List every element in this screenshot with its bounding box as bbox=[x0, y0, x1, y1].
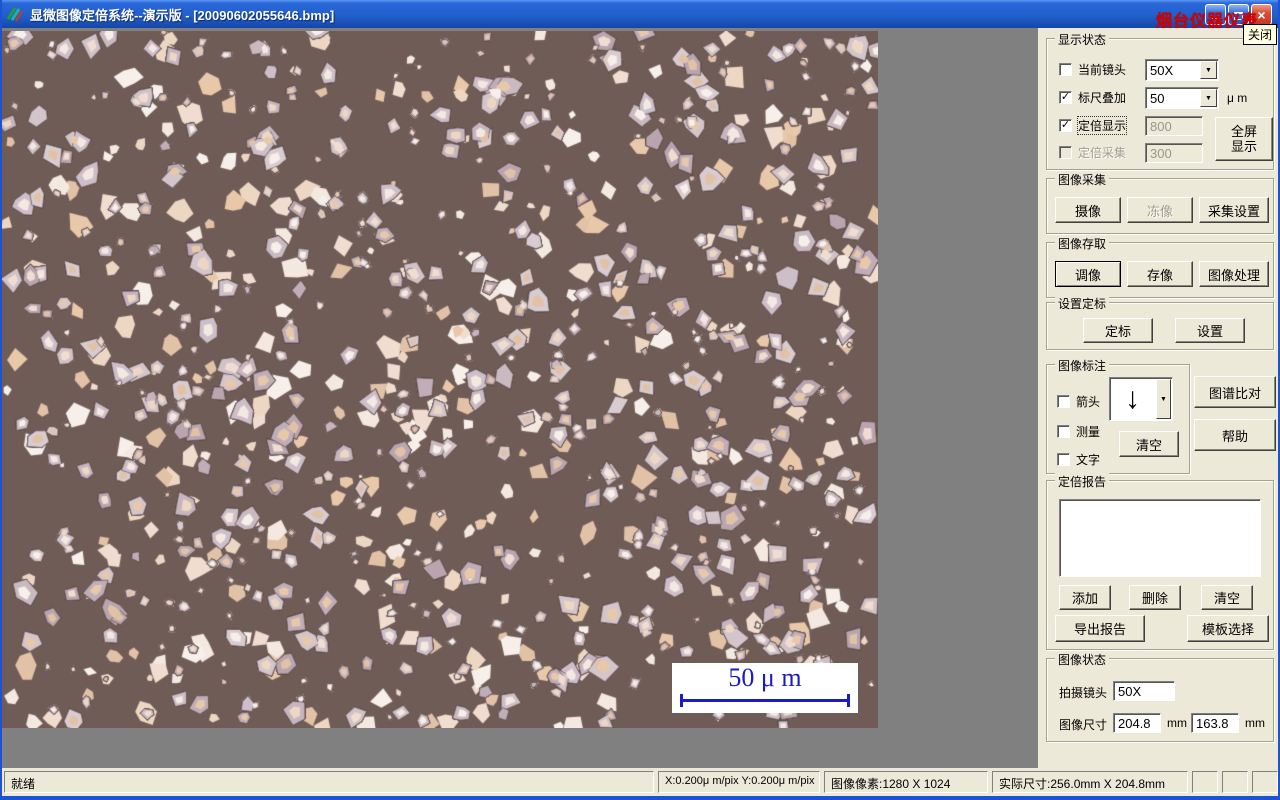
capture-settings-button[interactable]: 采集设置 bbox=[1199, 197, 1269, 223]
help-button[interactable]: 帮助 bbox=[1194, 419, 1276, 451]
current-lens-checkbox-icon[interactable] bbox=[1059, 63, 1072, 76]
scale-bar-label: 50 μ m bbox=[728, 663, 802, 692]
app-window: 显微图像定倍系统--演示版 - [20090602055646.bmp] × 烟… bbox=[0, 0, 1280, 800]
ruler-dropdown-arrow-icon[interactable]: ▼ bbox=[1200, 89, 1217, 107]
calibrate-button[interactable]: 定标 bbox=[1083, 318, 1153, 343]
control-panel: 显示状态 当前镜头 50X ▼ ✓ 标尺叠加 50 ▼ μ m ✓ 定倍显示 8… bbox=[1038, 28, 1278, 768]
text-label: 文字 bbox=[1076, 453, 1101, 467]
report-listbox[interactable] bbox=[1059, 499, 1261, 577]
group-report: 定倍报告 添加 删除 清空 导出报告 模板选择 bbox=[1046, 473, 1274, 650]
micrograph-canvas bbox=[2, 31, 878, 728]
image-height-unit: mm bbox=[1245, 716, 1265, 730]
restore-button[interactable] bbox=[1228, 4, 1249, 25]
group-annotation-title: 图像标注 bbox=[1055, 357, 1110, 374]
group-image-capture-title: 图像采集 bbox=[1055, 171, 1110, 188]
group-report-title: 定倍报告 bbox=[1055, 473, 1110, 490]
export-report-button[interactable]: 导出报告 bbox=[1055, 615, 1145, 642]
atlas-compare-button[interactable]: 图谱比对 bbox=[1194, 376, 1276, 408]
shoot-button[interactable]: 摄像 bbox=[1055, 197, 1121, 223]
report-delete-button[interactable]: 删除 bbox=[1129, 585, 1181, 610]
group-display-status-title: 显示状态 bbox=[1055, 31, 1110, 48]
fixed-display-input bbox=[1145, 116, 1203, 136]
fixed-display-checkbox-icon[interactable]: ✓ bbox=[1059, 119, 1072, 132]
app-icon bbox=[6, 7, 24, 22]
close-tooltip: 关闭 bbox=[1242, 24, 1277, 45]
fixed-capture-label: 定倍采集 bbox=[1078, 146, 1127, 160]
annotation-clear-button[interactable]: 清空 bbox=[1119, 431, 1179, 457]
ruler-checkbox-icon[interactable]: ✓ bbox=[1059, 91, 1072, 104]
measure-label: 测量 bbox=[1076, 425, 1101, 439]
image-viewport: 50 μ m bbox=[2, 28, 1038, 768]
arrow-style-combobox[interactable]: ↓ ▼ bbox=[1109, 377, 1173, 421]
group-image-status: 图像状态 拍摄镜头 图像尺寸 mm mm bbox=[1046, 651, 1274, 742]
measure-checkbox-icon[interactable] bbox=[1057, 425, 1070, 438]
fullscreen-button[interactable]: 全屏显示 bbox=[1215, 117, 1273, 161]
shoot-lens-field[interactable] bbox=[1113, 681, 1175, 701]
checkbox-arrow[interactable]: 箭头 bbox=[1057, 393, 1100, 410]
restore-icon bbox=[1234, 11, 1243, 20]
lens-dropdown-arrow-icon[interactable]: ▼ bbox=[1200, 61, 1217, 79]
checkbox-measure[interactable]: 测量 bbox=[1057, 423, 1100, 440]
scale-bar: 50 μ m bbox=[672, 663, 858, 713]
group-image-capture: 图像采集 摄像 冻像 采集设置 bbox=[1046, 171, 1274, 234]
text-checkbox-icon[interactable] bbox=[1057, 453, 1070, 466]
report-add-button[interactable]: 添加 bbox=[1059, 585, 1111, 610]
arrow-style-dropdown-icon[interactable]: ▼ bbox=[1156, 379, 1171, 419]
shoot-lens-label: 拍摄镜头 bbox=[1059, 686, 1108, 700]
group-image-storage: 图像存取 调像 存像 图像处理 bbox=[1046, 235, 1274, 298]
ruler-combobox[interactable]: 50 ▼ bbox=[1145, 87, 1219, 109]
statusbar-ready: 就绪 bbox=[4, 771, 654, 793]
minimize-icon bbox=[1211, 17, 1220, 21]
statusbar-empty-3 bbox=[1252, 771, 1278, 793]
freeze-button: 冻像 bbox=[1127, 197, 1193, 223]
ruler-unit-label: μ m bbox=[1227, 91, 1248, 105]
fixed-capture-input bbox=[1145, 143, 1203, 163]
statusbar-empty-1 bbox=[1192, 771, 1218, 793]
title-bar[interactable]: 显微图像定倍系统--演示版 - [20090602055646.bmp] × 烟… bbox=[2, 0, 1278, 45]
group-image-status-title: 图像状态 bbox=[1055, 651, 1110, 668]
image-width-unit: mm bbox=[1167, 716, 1187, 730]
group-calibration: 设置定标 定标 设置 bbox=[1046, 295, 1274, 350]
image-height-field[interactable] bbox=[1191, 713, 1239, 733]
arrow-checkbox-icon[interactable] bbox=[1057, 395, 1070, 408]
close-button[interactable]: × bbox=[1251, 4, 1272, 25]
template-select-button[interactable]: 模板选择 bbox=[1187, 615, 1269, 642]
group-display-status: 显示状态 当前镜头 50X ▼ ✓ 标尺叠加 50 ▼ μ m ✓ 定倍显示 8… bbox=[1046, 31, 1274, 170]
statusbar-pixels: 图像像素:1280 X 1024 bbox=[824, 771, 988, 793]
fixed-capture-checkbox-icon bbox=[1059, 146, 1072, 159]
load-image-button[interactable]: 调像 bbox=[1055, 261, 1121, 287]
arrow-style-icon: ↓ bbox=[1125, 382, 1140, 415]
fixed-display-label: 定倍显示 bbox=[1076, 116, 1128, 135]
statusbar-size: 实际尺寸:256.0mm X 204.8mm bbox=[992, 771, 1188, 793]
group-annotation: 图像标注 箭头 测量 文字 ↓ ▼ 清空 bbox=[1046, 357, 1190, 474]
statusbar-empty-2 bbox=[1222, 771, 1248, 793]
calibration-settings-button[interactable]: 设置 bbox=[1175, 318, 1245, 343]
minimize-button[interactable] bbox=[1205, 4, 1226, 25]
current-lens-label: 当前镜头 bbox=[1078, 63, 1127, 77]
ruler-combobox-value: 50 bbox=[1150, 91, 1165, 106]
group-image-storage-title: 图像存取 bbox=[1055, 235, 1110, 252]
checkbox-fixed-display[interactable]: ✓ 定倍显示 bbox=[1059, 116, 1128, 135]
image-process-button[interactable]: 图像处理 bbox=[1199, 261, 1269, 287]
checkbox-ruler-overlay[interactable]: ✓ 标尺叠加 bbox=[1059, 89, 1126, 106]
report-clear-button[interactable]: 清空 bbox=[1201, 585, 1253, 610]
ruler-label: 标尺叠加 bbox=[1078, 91, 1127, 105]
image-width-field[interactable] bbox=[1113, 713, 1161, 733]
lens-combobox[interactable]: 50X ▼ bbox=[1145, 59, 1219, 81]
checkbox-current-lens[interactable]: 当前镜头 bbox=[1059, 61, 1126, 78]
window-bottom-border bbox=[2, 796, 1278, 800]
checkbox-text[interactable]: 文字 bbox=[1057, 451, 1100, 468]
close-icon: × bbox=[1257, 6, 1266, 23]
save-image-button[interactable]: 存像 bbox=[1127, 261, 1193, 287]
group-calibration-title: 设置定标 bbox=[1055, 295, 1110, 312]
status-bar: 就绪 X:0.200μ m/pix Y:0.200μ m/pix 图像像素:12… bbox=[2, 768, 1278, 796]
image-size-label: 图像尺寸 bbox=[1059, 718, 1108, 732]
lens-combobox-value: 50X bbox=[1150, 63, 1174, 78]
window-title: 显微图像定倍系统--演示版 - [20090602055646.bmp] bbox=[30, 7, 335, 23]
arrow-label: 箭头 bbox=[1076, 395, 1101, 409]
statusbar-scale: X:0.200μ m/pix Y:0.200μ m/pix bbox=[658, 771, 820, 793]
scale-bar-line bbox=[680, 694, 850, 707]
checkbox-fixed-capture: 定倍采集 bbox=[1059, 144, 1126, 161]
